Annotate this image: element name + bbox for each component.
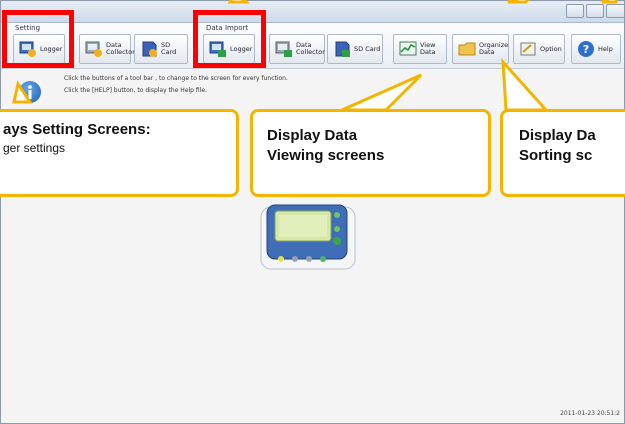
setting-callout-title: ays Setting Screens: [3,121,151,138]
sort-callout-line-1: Display Da [519,127,596,144]
view-callout-line-1: Display Data [267,127,358,144]
view-data-callout: Display Data Viewing screens [250,109,491,197]
view-callout-line-2: Viewing screens [267,147,385,164]
pointer-view-data [12,0,619,112]
sort-callout-line-2: Sorting sc [519,147,593,164]
sorting-callout: Display Da Sorting sc [500,109,625,197]
setting-callout-subtitle: ger settings [3,141,66,155]
setting-screens-callout: ays Setting Screens: ger settings [0,109,239,197]
